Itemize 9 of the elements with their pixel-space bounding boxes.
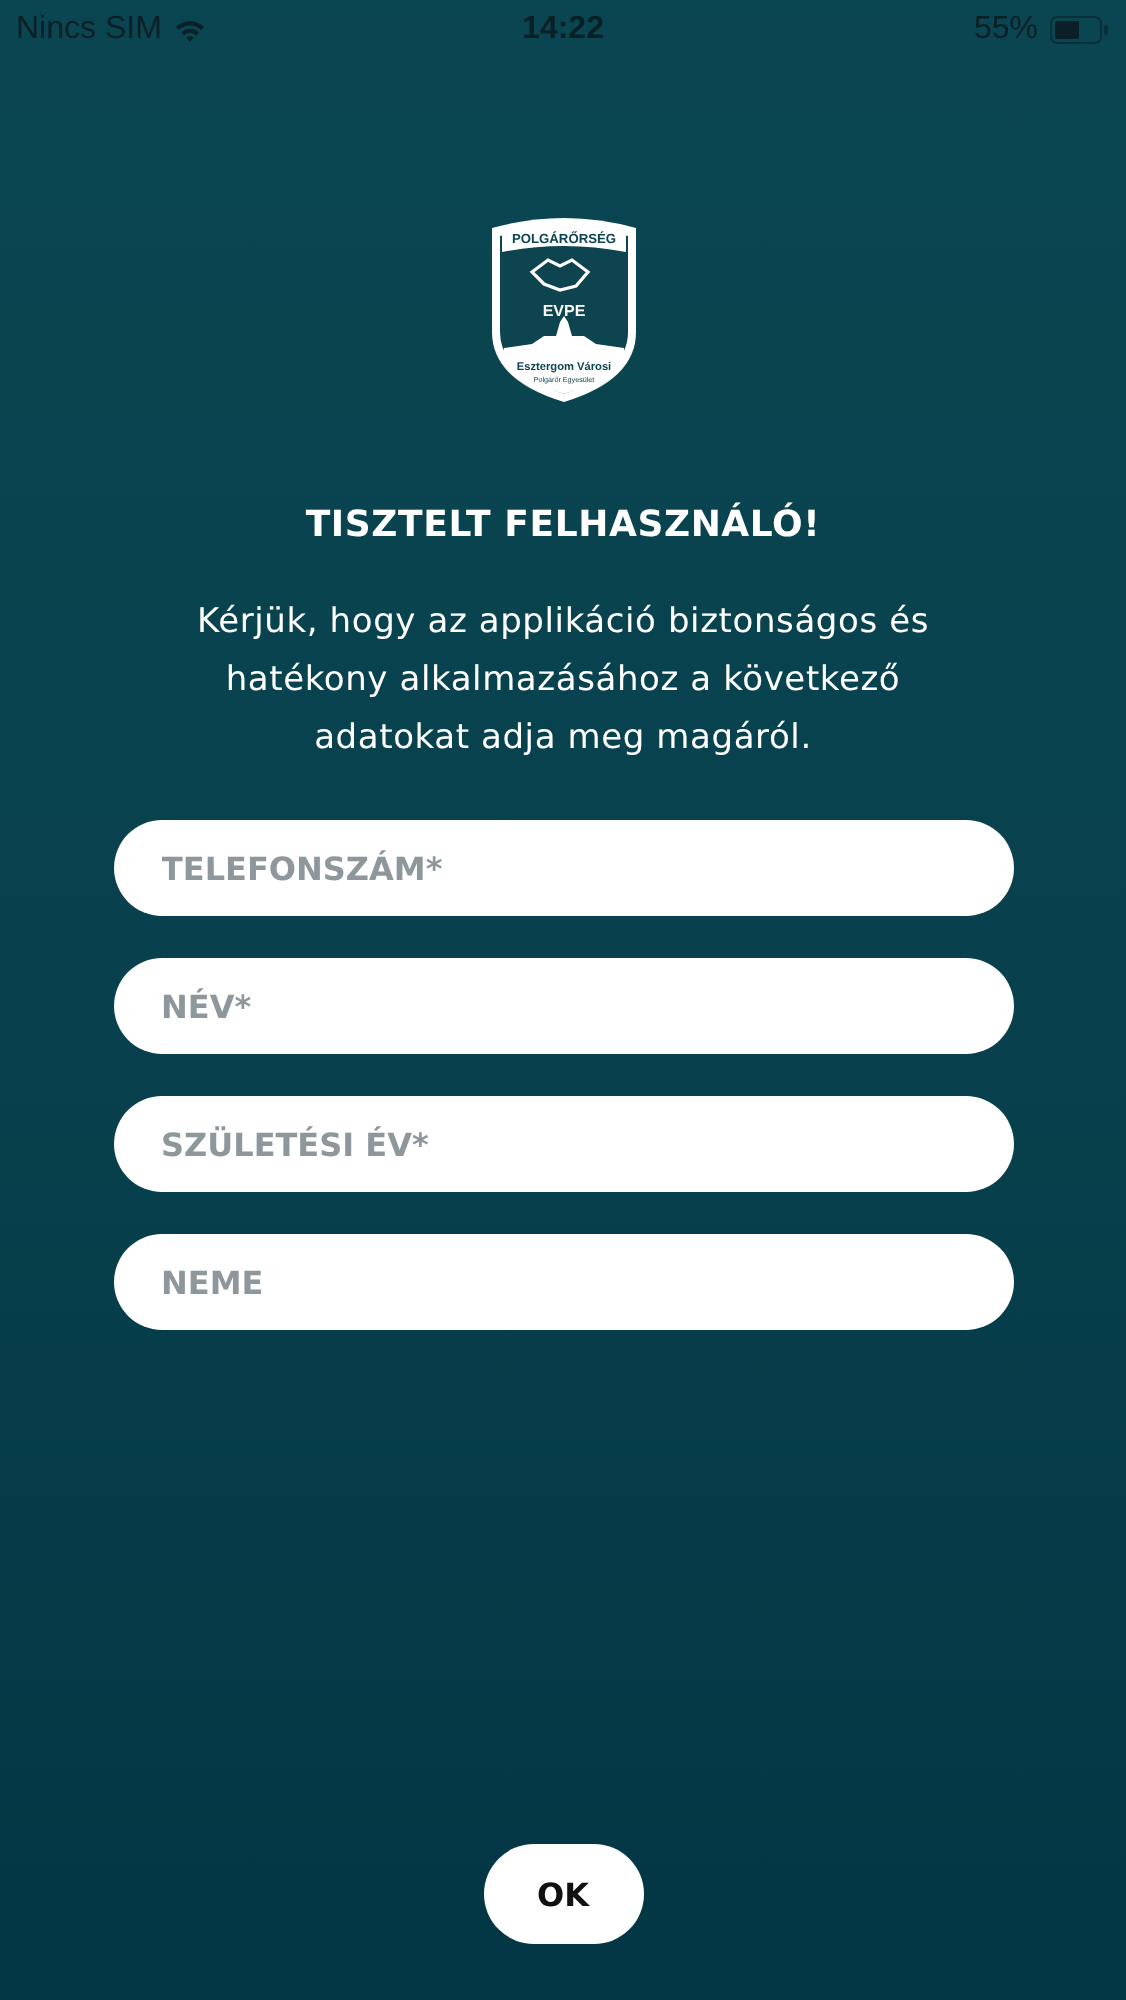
intro-text: Kérjük, hogy az applikáció biztonságos és hatékony alkalmazásához a következő adatokat adja meg magáról. [195, 600, 931, 762]
battery-icon [1050, 16, 1110, 44]
greeting-title: TISZTELT FELHASZNÁLÓ! [305, 504, 821, 546]
input-field[interactable]: NÉV* [113, 958, 1013, 1054]
ok-button[interactable]: OK [483, 1844, 643, 1944]
wifi-icon [173, 18, 206, 42]
input-field[interactable]: SZÜLETÉSI ÉV* [113, 1096, 1013, 1192]
input-field[interactable]: TELEFONSZÁM* [113, 820, 1013, 916]
input-field[interactable]: NEME [113, 1234, 1013, 1330]
